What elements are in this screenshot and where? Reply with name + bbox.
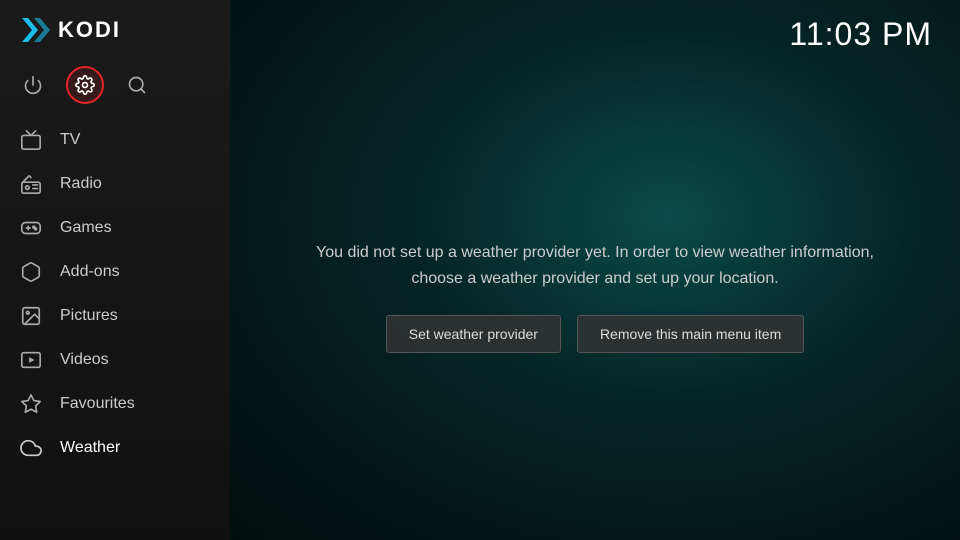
main-content: 11:03 PM You did not set up a weather pr… [230, 0, 960, 540]
sidebar-item-addons-label: Add-ons [60, 263, 120, 281]
pictures-icon [18, 303, 44, 329]
sidebar-header: KODI [0, 0, 230, 60]
sidebar-item-weather-label: Weather [60, 439, 120, 457]
search-button[interactable] [118, 66, 156, 104]
addons-icon [18, 259, 44, 285]
clock: 11:03 PM [789, 16, 932, 53]
sidebar-item-favourites[interactable]: Favourites [0, 382, 230, 426]
weather-message-text: You did not set up a weather provider ye… [290, 240, 900, 291]
sidebar-item-radio-label: Radio [60, 175, 102, 193]
kodi-logo-text: KODI [58, 17, 121, 43]
sidebar-nav: TV Radio [0, 114, 230, 540]
weather-buttons: Set weather provider Remove this main me… [386, 315, 804, 353]
sidebar: KODI [0, 0, 230, 540]
weather-message-box: You did not set up a weather provider ye… [290, 240, 900, 353]
weather-icon [18, 435, 44, 461]
power-icon [23, 75, 43, 95]
gear-icon [75, 75, 95, 95]
videos-icon [18, 347, 44, 373]
remove-menu-item-button[interactable]: Remove this main menu item [577, 315, 804, 353]
content-area: You did not set up a weather provider ye… [230, 53, 960, 540]
sidebar-item-videos[interactable]: Videos [0, 338, 230, 382]
sidebar-item-weather[interactable]: Weather [0, 426, 230, 470]
set-weather-provider-button[interactable]: Set weather provider [386, 315, 561, 353]
sidebar-item-pictures[interactable]: Pictures [0, 294, 230, 338]
sidebar-item-videos-label: Videos [60, 351, 109, 369]
power-button[interactable] [14, 66, 52, 104]
radio-icon [18, 171, 44, 197]
tv-icon [18, 127, 44, 153]
kodi-logo: KODI [18, 14, 121, 46]
search-icon [127, 75, 147, 95]
settings-button[interactable] [66, 66, 104, 104]
sidebar-item-pictures-label: Pictures [60, 307, 118, 325]
favourites-icon [18, 391, 44, 417]
sidebar-item-games[interactable]: Games [0, 206, 230, 250]
games-icon [18, 215, 44, 241]
sidebar-item-radio[interactable]: Radio [0, 162, 230, 206]
sidebar-item-tv[interactable]: TV [0, 118, 230, 162]
sidebar-item-addons[interactable]: Add-ons [0, 250, 230, 294]
sidebar-icons-row [0, 60, 230, 114]
sidebar-item-tv-label: TV [60, 131, 80, 149]
sidebar-item-games-label: Games [60, 219, 112, 237]
kodi-logo-icon [18, 14, 50, 46]
topbar: 11:03 PM [230, 0, 960, 53]
sidebar-item-favourites-label: Favourites [60, 395, 135, 413]
